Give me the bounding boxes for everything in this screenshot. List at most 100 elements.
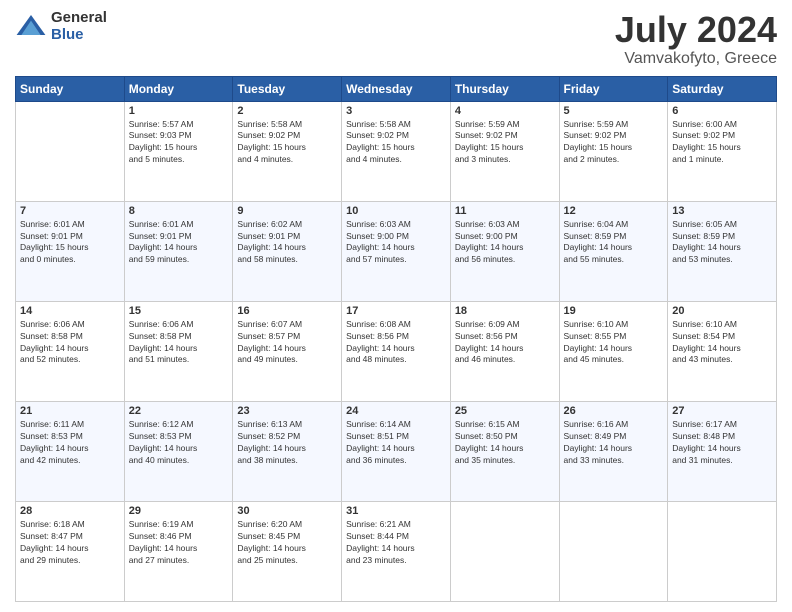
- header-wednesday: Wednesday: [342, 76, 451, 101]
- page: General Blue July 2024 Vamvakofyto, Gree…: [0, 0, 792, 612]
- day-number: 4: [455, 105, 555, 117]
- table-row: 5 Sunrise: 5:59 AM Sunset: 9:02 PM Daylig…: [559, 101, 668, 201]
- day-info: Sunrise: 6:08 AM Sunset: 8:56 PM Dayligh…: [346, 319, 446, 367]
- day-info: Sunrise: 6:19 AM Sunset: 8:46 PM Dayligh…: [129, 519, 229, 567]
- table-row: 28Sunrise: 6:18 AM Sunset: 8:47 PM Dayli…: [16, 501, 125, 601]
- calendar-week-row: 1Sunrise: 5:57 AM Sunset: 9:03 PM Daylig…: [16, 101, 777, 201]
- day-info: Sunrise: 6:13 AM Sunset: 8:52 PM Dayligh…: [237, 419, 337, 467]
- table-row: 17 Sunrise: 6:08 AM Sunset: 8:56 PM Dayli…: [342, 301, 451, 401]
- logo: General Blue: [15, 10, 107, 43]
- day-number: 18: [455, 305, 555, 317]
- table-row: 27 Sunrise: 6:17 AM Sunset: 8:48 PM Dayli…: [668, 401, 777, 501]
- day-info: Sunrise: 6:04 AM Sunset: 8:59 PM Dayligh…: [564, 219, 664, 267]
- table-row: 11 Sunrise: 6:03 AM Sunset: 9:00 PM Dayli…: [450, 201, 559, 301]
- page-title: July 2024: [615, 10, 777, 50]
- day-number: 5: [564, 105, 664, 117]
- day-info: Sunrise: 6:10 AM Sunset: 8:55 PM Dayligh…: [564, 319, 664, 367]
- day-number: 14: [20, 305, 120, 317]
- day-info: Sunrise: 6:16 AM Sunset: 8:49 PM Dayligh…: [564, 419, 664, 467]
- table-row: 16 Sunrise: 6:07 AM Sunset: 8:57 PM Dayli…: [233, 301, 342, 401]
- table-row: 6 Sunrise: 6:00 AM Sunset: 9:02 PM Daylig…: [668, 101, 777, 201]
- table-row: 8Sunrise: 6:01 AM Sunset: 9:01 PM Daylig…: [124, 201, 233, 301]
- table-row: 18 Sunrise: 6:09 AM Sunset: 8:56 PM Dayli…: [450, 301, 559, 401]
- day-number: 15: [129, 305, 229, 317]
- table-row: 31Sunrise: 6:21 AM Sunset: 8:44 PM Dayli…: [342, 501, 451, 601]
- day-number: 19: [564, 305, 664, 317]
- logo-blue-text: Blue: [51, 27, 107, 44]
- day-info: Sunrise: 6:09 AM Sunset: 8:56 PM Dayligh…: [455, 319, 555, 367]
- table-row: [668, 501, 777, 601]
- day-number: 7: [20, 205, 120, 217]
- table-row: 14 Sunrise: 6:06 AM Sunset: 8:58 PM Dayli…: [16, 301, 125, 401]
- day-info: Sunrise: 6:15 AM Sunset: 8:50 PM Dayligh…: [455, 419, 555, 467]
- table-row: 25 Sunrise: 6:15 AM Sunset: 8:50 PM Dayli…: [450, 401, 559, 501]
- table-row: 7 Sunrise: 6:01 AM Sunset: 9:01 PM Daylig…: [16, 201, 125, 301]
- table-row: [450, 501, 559, 601]
- day-info: Sunrise: 5:59 AM Sunset: 9:02 PM Dayligh…: [564, 119, 664, 167]
- day-number: 22: [129, 405, 229, 417]
- day-number: 26: [564, 405, 664, 417]
- table-row: 12 Sunrise: 6:04 AM Sunset: 8:59 PM Dayli…: [559, 201, 668, 301]
- header-sunday: Sunday: [16, 76, 125, 101]
- day-number: 30: [237, 505, 337, 517]
- day-number: 1: [129, 105, 229, 117]
- table-row: 19 Sunrise: 6:10 AM Sunset: 8:55 PM Dayli…: [559, 301, 668, 401]
- table-row: 26 Sunrise: 6:16 AM Sunset: 8:49 PM Dayli…: [559, 401, 668, 501]
- table-row: 20 Sunrise: 6:10 AM Sunset: 8:54 PM Dayli…: [668, 301, 777, 401]
- day-number: 20: [672, 305, 772, 317]
- table-row: 1Sunrise: 5:57 AM Sunset: 9:03 PM Daylig…: [124, 101, 233, 201]
- table-row: 29 Sunrise: 6:19 AM Sunset: 8:46 PM Dayli…: [124, 501, 233, 601]
- day-number: 6: [672, 105, 772, 117]
- header-monday: Monday: [124, 76, 233, 101]
- day-info: Sunrise: 6:06 AM Sunset: 8:58 PM Dayligh…: [20, 319, 120, 367]
- table-row: 30Sunrise: 6:20 AM Sunset: 8:45 PM Dayli…: [233, 501, 342, 601]
- logo-general-text: General: [51, 10, 107, 27]
- day-info: Sunrise: 5:58 AM Sunset: 9:02 PM Dayligh…: [237, 119, 337, 167]
- day-info: Sunrise: 6:17 AM Sunset: 8:48 PM Dayligh…: [672, 419, 772, 467]
- day-info: Sunrise: 6:01 AM Sunset: 9:01 PM Dayligh…: [20, 219, 120, 267]
- header: General Blue July 2024 Vamvakofyto, Gree…: [15, 10, 777, 68]
- weekday-header-row: Sunday Monday Tuesday Wednesday Thursday…: [16, 76, 777, 101]
- day-info: Sunrise: 6:10 AM Sunset: 8:54 PM Dayligh…: [672, 319, 772, 367]
- day-info: Sunrise: 6:00 AM Sunset: 9:02 PM Dayligh…: [672, 119, 772, 167]
- day-number: 12: [564, 205, 664, 217]
- day-number: 21: [20, 405, 120, 417]
- header-tuesday: Tuesday: [233, 76, 342, 101]
- day-number: 29: [129, 505, 229, 517]
- header-saturday: Saturday: [668, 76, 777, 101]
- day-info: Sunrise: 6:03 AM Sunset: 9:00 PM Dayligh…: [455, 219, 555, 267]
- table-row: 3Sunrise: 5:58 AM Sunset: 9:02 PM Daylig…: [342, 101, 451, 201]
- day-info: Sunrise: 6:18 AM Sunset: 8:47 PM Dayligh…: [20, 519, 120, 567]
- day-info: Sunrise: 6:03 AM Sunset: 9:00 PM Dayligh…: [346, 219, 446, 267]
- calendar-week-row: 14 Sunrise: 6:06 AM Sunset: 8:58 PM Dayli…: [16, 301, 777, 401]
- calendar-week-row: 21Sunrise: 6:11 AM Sunset: 8:53 PM Dayli…: [16, 401, 777, 501]
- header-thursday: Thursday: [450, 76, 559, 101]
- table-row: 4Sunrise: 5:59 AM Sunset: 9:02 PM Daylig…: [450, 101, 559, 201]
- day-number: 9: [237, 205, 337, 217]
- day-number: 11: [455, 205, 555, 217]
- day-info: Sunrise: 6:14 AM Sunset: 8:51 PM Dayligh…: [346, 419, 446, 467]
- day-info: Sunrise: 6:21 AM Sunset: 8:44 PM Dayligh…: [346, 519, 446, 567]
- day-number: 3: [346, 105, 446, 117]
- day-number: 16: [237, 305, 337, 317]
- table-row: [16, 101, 125, 201]
- day-number: 23: [237, 405, 337, 417]
- day-info: Sunrise: 6:07 AM Sunset: 8:57 PM Dayligh…: [237, 319, 337, 367]
- calendar-table: Sunday Monday Tuesday Wednesday Thursday…: [15, 76, 777, 602]
- table-row: 21Sunrise: 6:11 AM Sunset: 8:53 PM Dayli…: [16, 401, 125, 501]
- day-number: 24: [346, 405, 446, 417]
- day-info: Sunrise: 6:12 AM Sunset: 8:53 PM Dayligh…: [129, 419, 229, 467]
- day-number: 17: [346, 305, 446, 317]
- table-row: 15 Sunrise: 6:06 AM Sunset: 8:58 PM Dayli…: [124, 301, 233, 401]
- table-row: 2Sunrise: 5:58 AM Sunset: 9:02 PM Daylig…: [233, 101, 342, 201]
- day-number: 27: [672, 405, 772, 417]
- table-row: 24 Sunrise: 6:14 AM Sunset: 8:51 PM Dayli…: [342, 401, 451, 501]
- day-info: Sunrise: 6:06 AM Sunset: 8:58 PM Dayligh…: [129, 319, 229, 367]
- logo-icon: [15, 11, 47, 43]
- day-info: Sunrise: 6:01 AM Sunset: 9:01 PM Dayligh…: [129, 219, 229, 267]
- day-number: 25: [455, 405, 555, 417]
- logo-text: General Blue: [51, 10, 107, 43]
- table-row: 22 Sunrise: 6:12 AM Sunset: 8:53 PM Dayli…: [124, 401, 233, 501]
- day-info: Sunrise: 6:02 AM Sunset: 9:01 PM Dayligh…: [237, 219, 337, 267]
- table-row: 13Sunrise: 6:05 AM Sunset: 8:59 PM Dayli…: [668, 201, 777, 301]
